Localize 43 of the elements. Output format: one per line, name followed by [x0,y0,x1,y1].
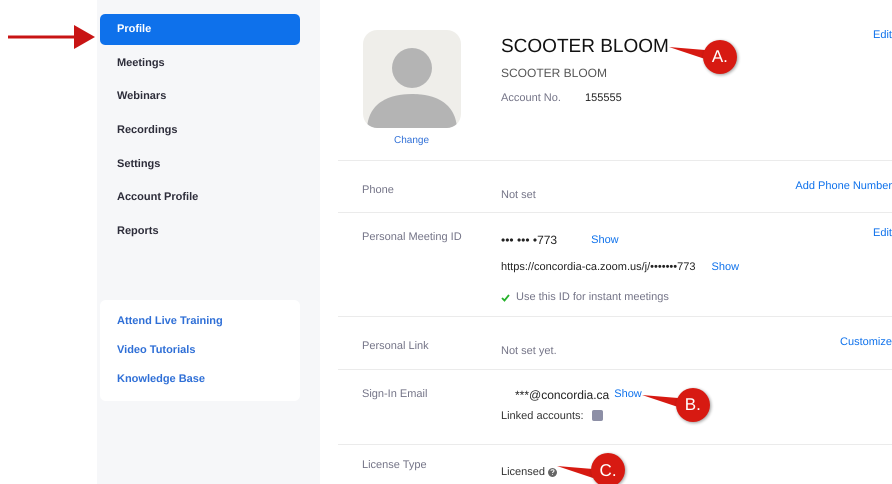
change-photo-link[interactable]: Change [394,133,430,148]
nav-item[interactable]: Account Profile [100,182,300,213]
nav-item[interactable]: Reports [100,216,300,247]
account-icon [592,410,603,422]
display-name: SCOOTER BLOOM [501,65,608,82]
resource-link[interactable]: Knowledge Base [117,372,300,386]
action-link[interactable]: Customize [840,334,892,369]
show-link[interactable]: Show [591,232,619,248]
show-link[interactable]: Show [614,386,642,403]
user-name: SCOOTER BLOOM [501,34,669,59]
callout-pointer-icon [668,46,705,60]
callout-pointer-icon [642,394,678,408]
callout-marker: B. [676,388,710,422]
resource-link[interactable]: Video Tutorials [117,343,300,358]
account-label: Account No. [501,91,562,106]
callout-pointer-icon [557,465,594,480]
field-label: Personal Link [362,339,430,354]
field-label: Personal Meeting ID [362,230,463,245]
field-label: Sign-In Email [362,386,428,402]
help-icon [548,468,558,477]
field-label: License Type [362,458,428,474]
nav-item[interactable]: Meetings [100,48,300,79]
action-link[interactable]: Add Phone Number [795,178,892,212]
email-address: ***@concordia.ca [514,386,610,404]
nav-item[interactable]: Webinars [100,81,300,112]
linked-accounts-label: Linked accounts: [501,408,584,424]
nav-item[interactable]: Settings [100,148,300,180]
resource-link[interactable]: Attend Live Training [117,314,300,328]
license-value: Licensed [501,465,546,480]
account-number: 155555 [585,91,622,106]
instant-meetings-text: Use this ID for instant meetings [516,290,669,306]
edit-link[interactable]: Edit [873,27,892,160]
field-label: Phone [362,182,395,198]
callout-marker: C. [591,453,626,484]
pointer-arrow-icon [8,25,95,49]
nav-item[interactable]: Profile [100,14,300,45]
edit-link[interactable]: Edit [873,224,892,316]
show-link[interactable]: Show [712,258,740,276]
field-value: Not set [501,188,536,200]
meeting-url: https://concordia-ca.zoom.us/j/•••••••773 [501,260,696,275]
nav-item[interactable]: Recordings [100,114,300,146]
meeting-id: ••• ••• •773 [501,232,558,249]
callout-marker: A. [702,40,737,74]
